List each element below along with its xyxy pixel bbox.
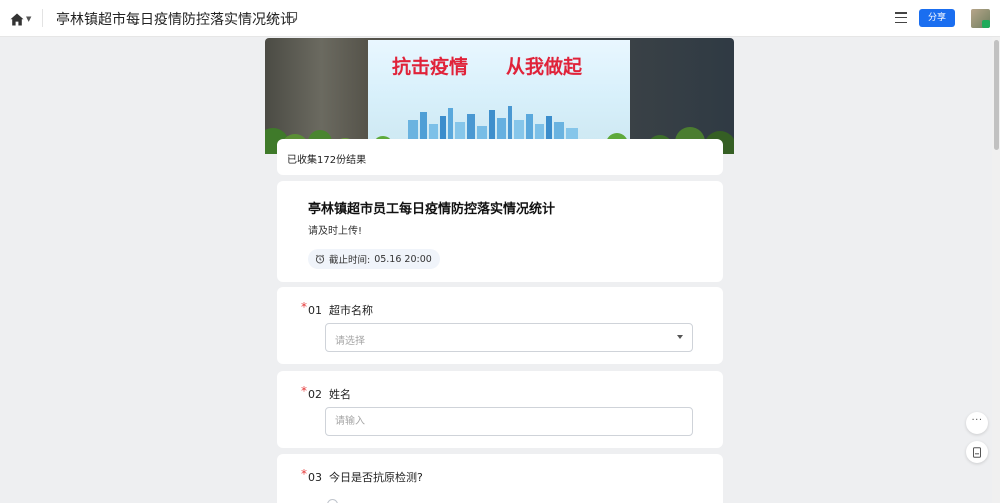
required-marker: * [301,384,307,398]
home-menu-button[interactable]: ▼ [10,10,36,28]
deadline-label: 截止时间: [329,255,371,266]
home-icon [10,13,24,25]
avatar[interactable] [971,9,990,28]
question-label: 超市名称 [329,304,373,317]
form-title: 亭林镇超市员工每日疫情防控落实情况统计 [308,202,556,217]
supermarket-name-select[interactable]: 请选择 [325,323,693,352]
collection-count-text: 已收集172份结果 [287,155,367,166]
star-icon[interactable]: ☆ [266,10,279,26]
share-button[interactable]: 分享 [919,9,955,27]
document-icon [973,446,981,458]
question-card-antigen-test: * 03 今日是否抗原检测? [277,454,723,503]
top-bar: ▼ 亭林镇超市每日疫情防控落实情况统计 ☆ 分享 [0,0,1000,37]
question-label: 姓名 [329,388,351,401]
question-number: 02 [308,388,322,401]
collection-count-card: 已收集172份结果 [277,139,723,175]
required-marker: * [301,467,307,481]
scrollbar-thumb[interactable] [994,40,999,150]
more-options-button[interactable]: ··· [966,412,988,434]
form-header-card: 亭林镇超市员工每日疫情防控落实情况统计 请及时上传! 截止时间: 05.16 2… [277,181,723,282]
online-status-dot [982,20,990,28]
deadline-value: 05.16 20:00 [374,253,432,265]
name-field [325,407,693,436]
form-description: 请及时上传! [308,226,363,237]
chevron-down-icon: ▼ [26,15,32,23]
question-card-supermarket-name: * 01 超市名称 请选择 [277,287,723,364]
select-placeholder: 请选择 [335,336,365,347]
required-marker: * [301,300,307,314]
menu-icon[interactable] [895,12,907,23]
radio-option[interactable] [327,499,338,503]
question-header: * 03 今日是否抗原检测? [301,467,423,485]
divider [42,9,43,27]
question-card-name: * 02 姓名 [277,371,723,448]
document-title: 亭林镇超市每日疫情防控落实情况统计 [56,12,294,28]
name-input[interactable] [326,408,692,435]
deadline-badge: 截止时间: 05.16 20:00 [308,249,440,269]
banner-image: 抗击疫情 从我做起 [265,38,734,154]
question-header: * 01 超市名称 [301,300,373,318]
question-header: * 02 姓名 [301,384,351,402]
question-label: 今日是否抗原检测? [329,471,423,484]
more-icon: ··· [971,415,983,426]
banner-slogan-left: 抗击疫情 [392,56,469,78]
note-icon[interactable] [286,11,298,24]
banner-slogan-right: 从我做起 [506,56,583,78]
dropdown-arrow-icon [677,335,683,339]
question-number: 01 [308,304,322,317]
document-panel-button[interactable] [966,441,988,463]
question-number: 03 [308,471,322,484]
alarm-clock-icon [315,254,325,264]
